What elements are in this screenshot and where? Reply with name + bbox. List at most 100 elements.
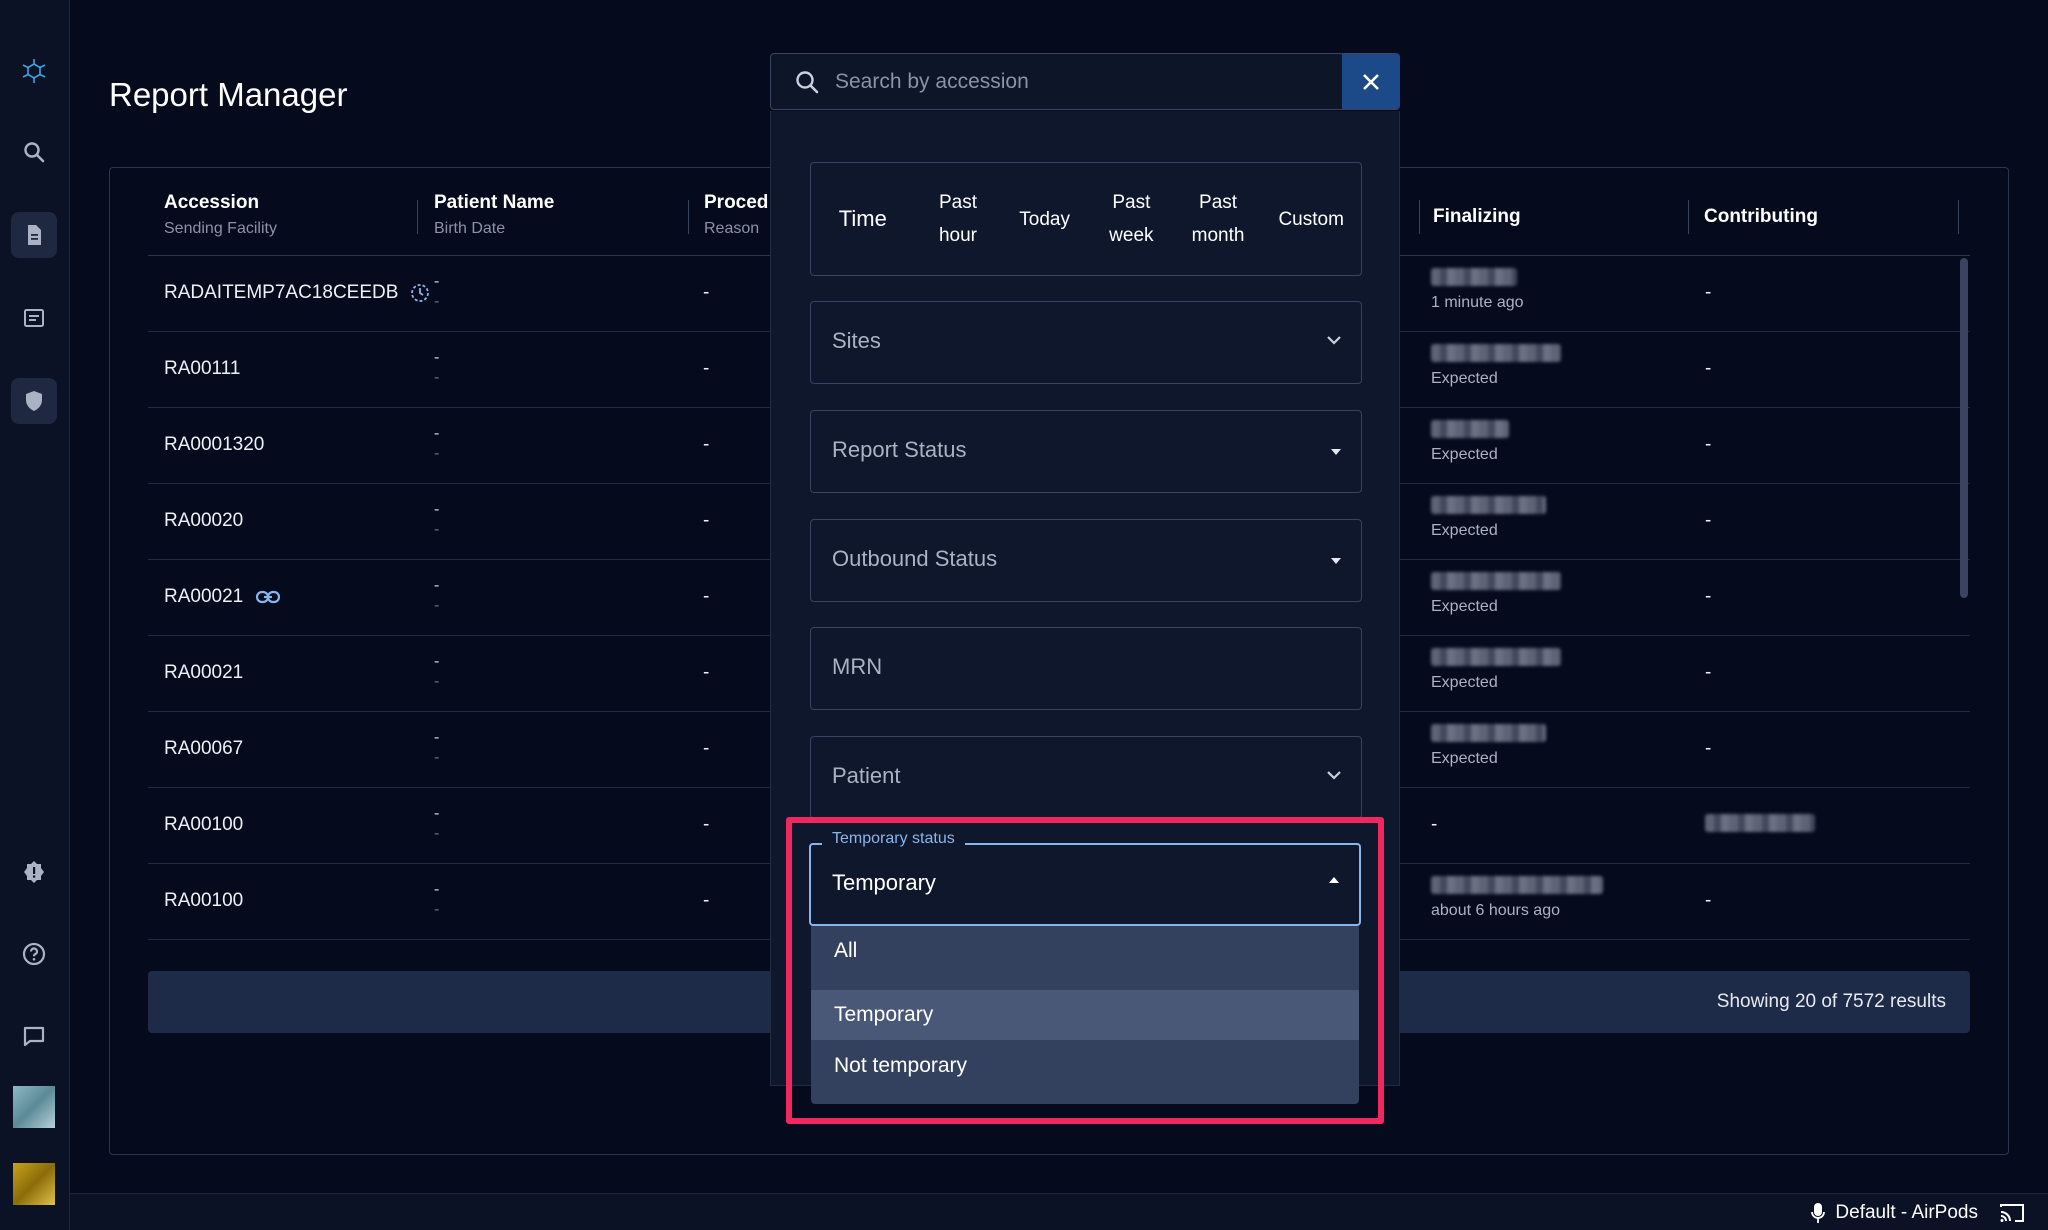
workspace-avatar[interactable] [13, 1163, 55, 1205]
accession-number: RA00021 [164, 662, 244, 683]
patient-cell: -- [434, 576, 439, 616]
chevron-down-icon [1327, 336, 1341, 345]
column-header-procedure[interactable]: Proced Reason [704, 192, 768, 238]
caret-down-icon [1331, 558, 1341, 564]
finalizing-cell: about 6 hours ago [1431, 876, 1603, 920]
close-search-button[interactable] [1342, 54, 1399, 109]
contributing-cell: - [1705, 662, 1712, 683]
birth-date: - [434, 901, 440, 918]
finalizing-time: Expected [1431, 598, 1498, 615]
finalizing-time: Expected [1431, 674, 1498, 691]
logo-icon[interactable] [11, 48, 57, 94]
birth-date: - [434, 749, 440, 766]
column-header-patient-name[interactable]: Patient Name Birth Date [434, 192, 554, 238]
mrn-label: MRN [832, 654, 883, 679]
accession-cell: RADAITEMP7AC18CEEDB [164, 282, 430, 304]
chat-icon[interactable] [11, 1013, 57, 1059]
sites-select[interactable]: Sites [810, 301, 1362, 384]
option-all[interactable]: All [811, 926, 1359, 976]
column-label: Contributing [1704, 206, 1818, 227]
avatar[interactable] [13, 1086, 55, 1128]
time-filter-label: Time [838, 206, 887, 231]
accession-number: RA00021 [164, 586, 244, 607]
redacted-name [1431, 496, 1546, 514]
close-icon [1362, 73, 1379, 90]
caret-down-icon [1331, 449, 1341, 455]
time-option-custom[interactable]: Custom [1261, 203, 1361, 236]
redacted-name [1431, 572, 1561, 590]
patient-label: Patient [832, 763, 901, 788]
column-divider [688, 200, 689, 234]
report-status-select[interactable]: Report Status [810, 410, 1362, 493]
redacted-name [1431, 876, 1603, 894]
sites-label: Sites [832, 328, 881, 353]
redacted-name [1431, 344, 1561, 362]
birth-date: - [434, 369, 440, 386]
link-icon[interactable] [255, 589, 281, 605]
accession-cell: RA00111 [164, 358, 240, 380]
table-scrollbar[interactable] [1960, 258, 1968, 598]
accession-search [770, 53, 1400, 110]
column-sublabel: Sending Facility [164, 220, 277, 237]
accession-cell: RA0001320 [164, 434, 264, 456]
accession-number: RA00111 [164, 358, 241, 379]
patient-cell: -- [434, 880, 439, 920]
birth-date: - [434, 445, 440, 462]
help-icon[interactable] [11, 931, 57, 977]
results-count: Showing 20 of 7572 results [1716, 991, 1946, 1012]
time-option-today[interactable]: Today [1001, 203, 1088, 236]
temporary-status-select[interactable]: Temporary [809, 843, 1361, 926]
redacted-name [1431, 268, 1517, 286]
birth-date: - [434, 597, 440, 614]
status-bar: Default - AirPods [70, 1193, 2048, 1230]
time-option-past-week[interactable]: Past week [1088, 186, 1175, 252]
contributing-cell [1705, 814, 1815, 832]
search-icon [796, 71, 819, 94]
microphone-icon [1811, 1203, 1826, 1223]
time-option-past-hour[interactable]: Past hour [915, 186, 1002, 252]
column-header-finalizing[interactable]: Finalizing [1433, 206, 1521, 252]
caret-up-icon [1329, 877, 1339, 883]
birth-date: - [434, 825, 440, 842]
outbound-status-select[interactable]: Outbound Status [810, 519, 1362, 602]
column-header-accession[interactable]: Accession Sending Facility [164, 192, 277, 238]
patient-select[interactable]: Patient [810, 736, 1362, 819]
option-not-temporary[interactable]: Not temporary [811, 1041, 1359, 1091]
finalizing-cell: Expected [1431, 420, 1509, 464]
accession-cell: RA00067 [164, 738, 243, 760]
birth-date: - [434, 673, 440, 690]
alert-badge-icon[interactable] [11, 849, 57, 895]
column-sublabel: Reason [704, 220, 760, 237]
finalizing-cell: - [1431, 814, 1438, 835]
audio-device[interactable]: Default - AirPods [1811, 1202, 1978, 1224]
audio-device-label: Default - AirPods [1835, 1202, 1978, 1223]
time-option-past-month[interactable]: Past month [1175, 186, 1262, 252]
accession-number: RA00020 [164, 510, 244, 531]
document-icon[interactable] [11, 212, 57, 258]
option-temporary[interactable]: Temporary [811, 990, 1359, 1040]
finalizing-time: Expected [1431, 446, 1498, 463]
birth-date: - [434, 293, 440, 310]
finalizing-time: about 6 hours ago [1431, 902, 1560, 919]
column-label: Proced [704, 192, 769, 213]
finalizing-cell: Expected [1431, 648, 1561, 692]
temporary-status-value: Temporary [832, 870, 936, 895]
procedure-cell: - [703, 510, 710, 531]
search-icon[interactable] [11, 129, 57, 175]
finalizing-time: Expected [1431, 522, 1498, 539]
redacted-name [1431, 724, 1546, 742]
shield-icon[interactable] [11, 378, 57, 424]
report-list-icon[interactable] [11, 295, 57, 341]
search-input[interactable] [835, 54, 1315, 109]
cast-icon[interactable] [1998, 1202, 2026, 1224]
column-header-contributing[interactable]: Contributing [1704, 206, 1818, 252]
mrn-input[interactable]: MRN [810, 627, 1362, 710]
accession-cell: RA00021 [164, 586, 281, 608]
accession-cell: RA00021 [164, 662, 243, 684]
procedure-cell: - [703, 738, 710, 759]
contributing-cell: - [1705, 890, 1712, 911]
patient-cell: -- [434, 348, 439, 388]
column-divider [1958, 200, 1959, 234]
column-divider [1419, 200, 1420, 234]
contributing-cell: - [1705, 510, 1712, 531]
